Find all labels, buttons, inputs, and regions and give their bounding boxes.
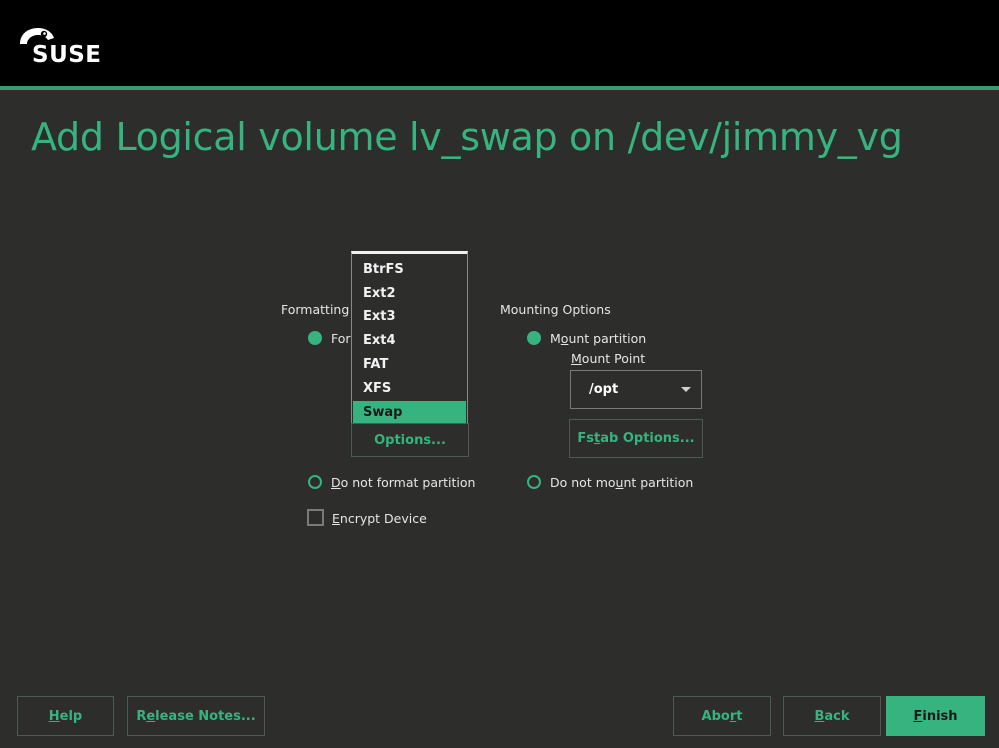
filesystem-option-ext2[interactable]: Ext2 xyxy=(353,282,466,305)
help-mnemonic: H xyxy=(48,708,60,724)
help-text: elp xyxy=(59,708,83,724)
mount-point-mnemonic: M xyxy=(571,351,582,366)
mount-point-text: ount Point xyxy=(581,351,646,366)
top-banner: SUSE xyxy=(0,0,999,86)
mount-partition-label: Mount partition xyxy=(550,331,646,346)
do-not-format-mnemonic: D xyxy=(331,475,341,490)
mount-partition-radio[interactable] xyxy=(527,331,541,345)
filesystem-option-ext4[interactable]: Ext4 xyxy=(353,329,466,352)
do-not-format-radio[interactable] xyxy=(308,475,322,489)
do-not-format-text: o not format partition xyxy=(340,475,476,490)
fstab-options-button[interactable]: Fs t ab Options... xyxy=(569,419,703,458)
release-notes-text-b: lease Notes... xyxy=(155,708,256,724)
abort-button[interactable]: Abo r t xyxy=(673,696,771,736)
help-button[interactable]: Help xyxy=(17,696,114,736)
mount-point-value: /opt xyxy=(589,382,619,397)
release-notes-mnemonic: e xyxy=(146,708,156,724)
back-text: ack xyxy=(824,708,850,724)
finish-mnemonic: F xyxy=(913,708,923,724)
encrypt-device-label: Encrypt Device xyxy=(332,511,427,526)
encrypt-text: ncrypt Device xyxy=(339,511,427,526)
encrypt-mnemonic: E xyxy=(332,511,340,526)
format-partition-radio[interactable] xyxy=(308,331,322,345)
chevron-down-icon xyxy=(681,387,691,392)
mount-point-combobox[interactable]: /opt xyxy=(570,370,702,409)
filesystem-option-btrfs[interactable]: BtrFS xyxy=(353,258,466,281)
header-accent-line xyxy=(0,86,999,90)
fstab-text-a: Fs xyxy=(577,431,595,446)
filesystem-option-fat[interactable]: FAT xyxy=(353,353,466,376)
mounting-group-label: Mounting Options xyxy=(500,302,611,317)
filesystem-option-xfs[interactable]: XFS xyxy=(353,377,466,400)
page-title: Add Logical volume lv_swap on /dev/jimmy… xyxy=(31,115,903,159)
finish-button[interactable]: Finish xyxy=(886,696,985,736)
filesystem-option-swap[interactable]: Swap xyxy=(353,401,466,424)
filesystem-option-ext3[interactable]: Ext3 xyxy=(353,305,466,328)
formatting-group-label: Formatting xyxy=(281,302,350,317)
encrypt-device-checkbox[interactable] xyxy=(307,509,324,526)
do-not-format-label: Do not format partition xyxy=(331,475,475,490)
brand-wordmark: SUSE xyxy=(32,42,102,68)
mount-partition-text-b: unt partition xyxy=(568,331,647,346)
fstab-text-b: ab Options... xyxy=(600,431,695,446)
back-mnemonic: B xyxy=(814,708,825,724)
filesystem-dropdown-list[interactable]: BtrFS Ext2 Ext3 Ext4 FAT XFS Swap xyxy=(351,251,468,426)
do-not-mount-radio[interactable] xyxy=(527,475,541,489)
do-not-mount-text-b: nt partition xyxy=(623,475,694,490)
do-not-mount-text-a: Do not mo xyxy=(550,475,616,490)
format-partition-label: For xyxy=(331,331,351,346)
release-notes-button[interactable]: Re lease Notes... xyxy=(127,696,265,736)
abort-text-a: Abo xyxy=(701,708,730,724)
release-notes-text-a: R xyxy=(136,708,147,724)
back-button[interactable]: Back xyxy=(783,696,881,736)
abort-text-b: t xyxy=(736,708,743,724)
do-not-mount-label: Do not mount partition xyxy=(550,475,693,490)
suse-logo: SUSE xyxy=(18,26,110,70)
mount-partition-text-a: M xyxy=(550,331,561,346)
finish-text: inish xyxy=(922,708,958,724)
format-options-button[interactable]: Options... xyxy=(351,423,469,457)
mount-point-label: Mount Point xyxy=(571,351,645,366)
